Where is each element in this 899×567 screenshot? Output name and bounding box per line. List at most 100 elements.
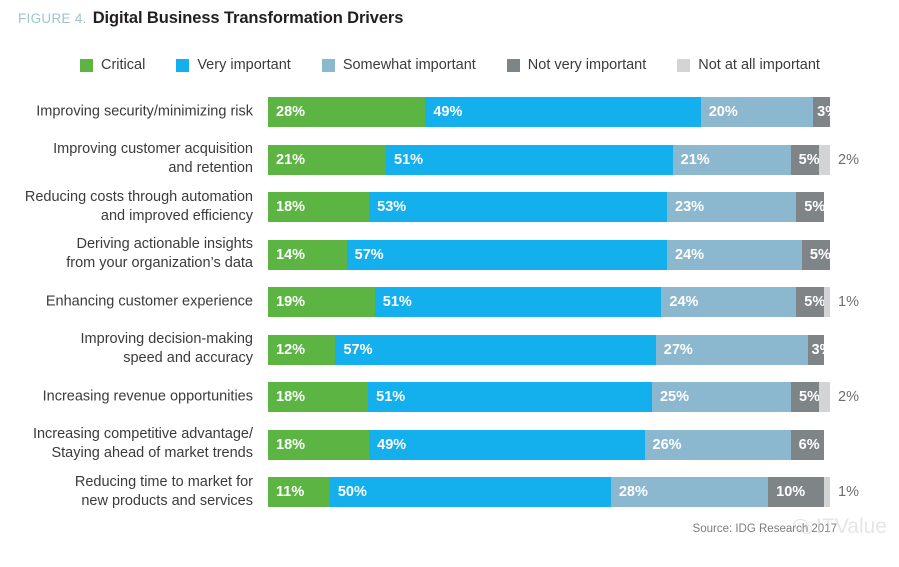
- chart-legend: Critical Very important Somewhat important…: [80, 54, 851, 76]
- legend-item-label: Very important: [197, 57, 291, 73]
- bar-segment[interactable]: 57%: [335, 334, 656, 365]
- bar-segment[interactable]: 27%: [655, 334, 808, 365]
- bar-segment[interactable]: [824, 477, 830, 507]
- row-category-label: Deriving actionable insights from your o…: [66, 236, 253, 272]
- chart-row: Improving customer acquisition and reten…: [0, 136, 899, 184]
- bar-segment[interactable]: 6%: [790, 429, 825, 460]
- bar-segment-value: 25%: [659, 389, 689, 405]
- row-category-label: Increasing competitive advantage/ Stayin…: [32, 426, 253, 462]
- bar-segment[interactable]: [824, 287, 830, 317]
- bar-segment[interactable]: 24%: [661, 287, 797, 317]
- bar-segment[interactable]: 11%: [268, 477, 330, 507]
- bar-track: 28% 49% 20% 3%: [268, 97, 830, 127]
- bar-track: 19% 51% 24% 5%: [268, 287, 830, 317]
- bar-segment[interactable]: 51%: [368, 382, 652, 412]
- bar-segment[interactable]: 21%: [268, 144, 387, 175]
- bar-segment-value: 21%: [680, 151, 710, 168]
- chart-row: Enhancing customer experience 19% 51% 24% 5%…: [0, 278, 899, 326]
- legend-item-label: Not very important: [527, 57, 647, 73]
- bar-segment[interactable]: 51%: [386, 144, 673, 175]
- legend-item[interactable]: Somewhat important: [321, 57, 476, 73]
- bar-segment[interactable]: 28%: [268, 97, 426, 127]
- bar-segment[interactable]: 51%: [374, 287, 662, 317]
- bar-segment-value: 57%: [343, 341, 373, 358]
- row-category-label: Reducing time to market for new products…: [74, 473, 253, 509]
- bar-segment[interactable]: 49%: [425, 97, 701, 127]
- legend-swatch-icon: [677, 58, 691, 72]
- bar-segment[interactable]: 12%: [268, 334, 336, 365]
- source-note: Source: IDG Research 2017: [692, 523, 837, 535]
- figure-number-label: FIGURE 4.: [18, 11, 87, 26]
- bar-segment-value: 3%: [811, 341, 825, 358]
- bar-segment-value: 5%: [799, 389, 819, 405]
- bar-segment-value: 24%: [669, 294, 699, 310]
- bar-segment[interactable]: 20%: [700, 97, 814, 127]
- bar-segment[interactable]: 28%: [610, 477, 769, 507]
- bar-outside-value: 1%: [838, 294, 859, 310]
- bar-segment[interactable]: 21%: [672, 144, 791, 175]
- bar-segment[interactable]: 53%: [369, 192, 668, 222]
- row-category-label: Reducing costs through automation and im…: [24, 188, 253, 224]
- bar-segment-value: 53%: [377, 199, 407, 215]
- bar-track: 12% 57% 27% 3%: [268, 334, 830, 365]
- bar-segment-value: 24%: [675, 246, 705, 263]
- bar-track: 21% 51% 21% 5%: [268, 144, 830, 175]
- bar-segment[interactable]: 24%: [667, 239, 802, 270]
- legend-item[interactable]: Not very important: [506, 57, 647, 73]
- bar-segment[interactable]: 14%: [268, 239, 347, 270]
- bar-segment-value: 18%: [276, 389, 306, 405]
- bar-segment[interactable]: 5%: [790, 144, 819, 175]
- legend-swatch-icon: [506, 58, 520, 72]
- bar-track: 11% 50% 28% 10%: [268, 477, 830, 507]
- bar-segment[interactable]: 19%: [268, 287, 375, 317]
- bar-segment[interactable]: 5%: [791, 382, 819, 412]
- row-category-label: Improving decision-making speed and accu…: [80, 331, 253, 367]
- legend-item-label: Not at all important: [698, 57, 820, 73]
- bar-segment[interactable]: 5%: [796, 192, 825, 222]
- bar-segment-value: 5%: [804, 294, 825, 310]
- bar-outside-value: 1%: [838, 484, 859, 500]
- bar-segment[interactable]: 50%: [329, 477, 611, 507]
- chart-row: Improving decision-making speed and accu…: [0, 326, 899, 374]
- bar-segment[interactable]: 49%: [369, 429, 645, 460]
- bar-outside-value: 2%: [838, 389, 859, 405]
- bar-segment[interactable]: [818, 144, 830, 175]
- bar-segment-value: 20%: [708, 104, 738, 120]
- bar-segment-value: 57%: [354, 246, 384, 263]
- row-category-label: Increasing revenue opportunities: [42, 388, 253, 405]
- bar-segment-value: 51%: [382, 294, 412, 310]
- bar-segment[interactable]: 3%: [807, 334, 825, 365]
- legend-item[interactable]: Critical: [80, 57, 145, 73]
- legend-item[interactable]: Very important: [176, 57, 291, 73]
- bar-segment[interactable]: 10%: [768, 477, 825, 507]
- bar-segment[interactable]: 5%: [796, 287, 825, 317]
- bar-segment[interactable]: [818, 382, 830, 412]
- bar-segment-value: 11%: [276, 484, 305, 500]
- chart-row: Improving security/minimizing risk 28% 49%…: [0, 88, 899, 136]
- legend-item-label: Somewhat important: [342, 57, 476, 73]
- bar-segment[interactable]: 18%: [268, 192, 370, 222]
- legend-swatch-icon: [80, 58, 93, 72]
- bar-segment-value: 28%: [618, 484, 648, 500]
- bar-segment[interactable]: 18%: [268, 382, 369, 412]
- bar-segment[interactable]: 25%: [651, 382, 792, 412]
- bar-segment-value: 21%: [276, 151, 306, 168]
- bar-segment[interactable]: 18%: [268, 429, 370, 460]
- bar-segment[interactable]: 23%: [667, 192, 797, 222]
- bar-segment-value: 49%: [433, 104, 463, 120]
- bar-segment-value: 5%: [804, 199, 825, 215]
- row-category-label: Improving security/minimizing risk: [36, 103, 253, 120]
- bar-segment[interactable]: 26%: [644, 429, 791, 460]
- legend-item-label: Critical: [101, 57, 146, 73]
- bar-track: 18% 53% 23% 5%: [268, 192, 830, 222]
- bar-segment[interactable]: 5%: [801, 239, 830, 270]
- bar-segment-value: 18%: [276, 436, 306, 453]
- bar-segment-value: 6%: [798, 436, 820, 453]
- legend-item[interactable]: Not at all important: [677, 57, 820, 73]
- chart-row: Increasing competitive advantage/ Stayin…: [0, 421, 899, 469]
- bar-segment-value: 10%: [776, 484, 806, 500]
- chart-row: Reducing costs through automation and im…: [0, 183, 899, 231]
- bar-segment[interactable]: 57%: [346, 239, 667, 270]
- bar-track: 18% 49% 26% 6%: [268, 429, 830, 460]
- bar-segment[interactable]: 3%: [813, 97, 830, 127]
